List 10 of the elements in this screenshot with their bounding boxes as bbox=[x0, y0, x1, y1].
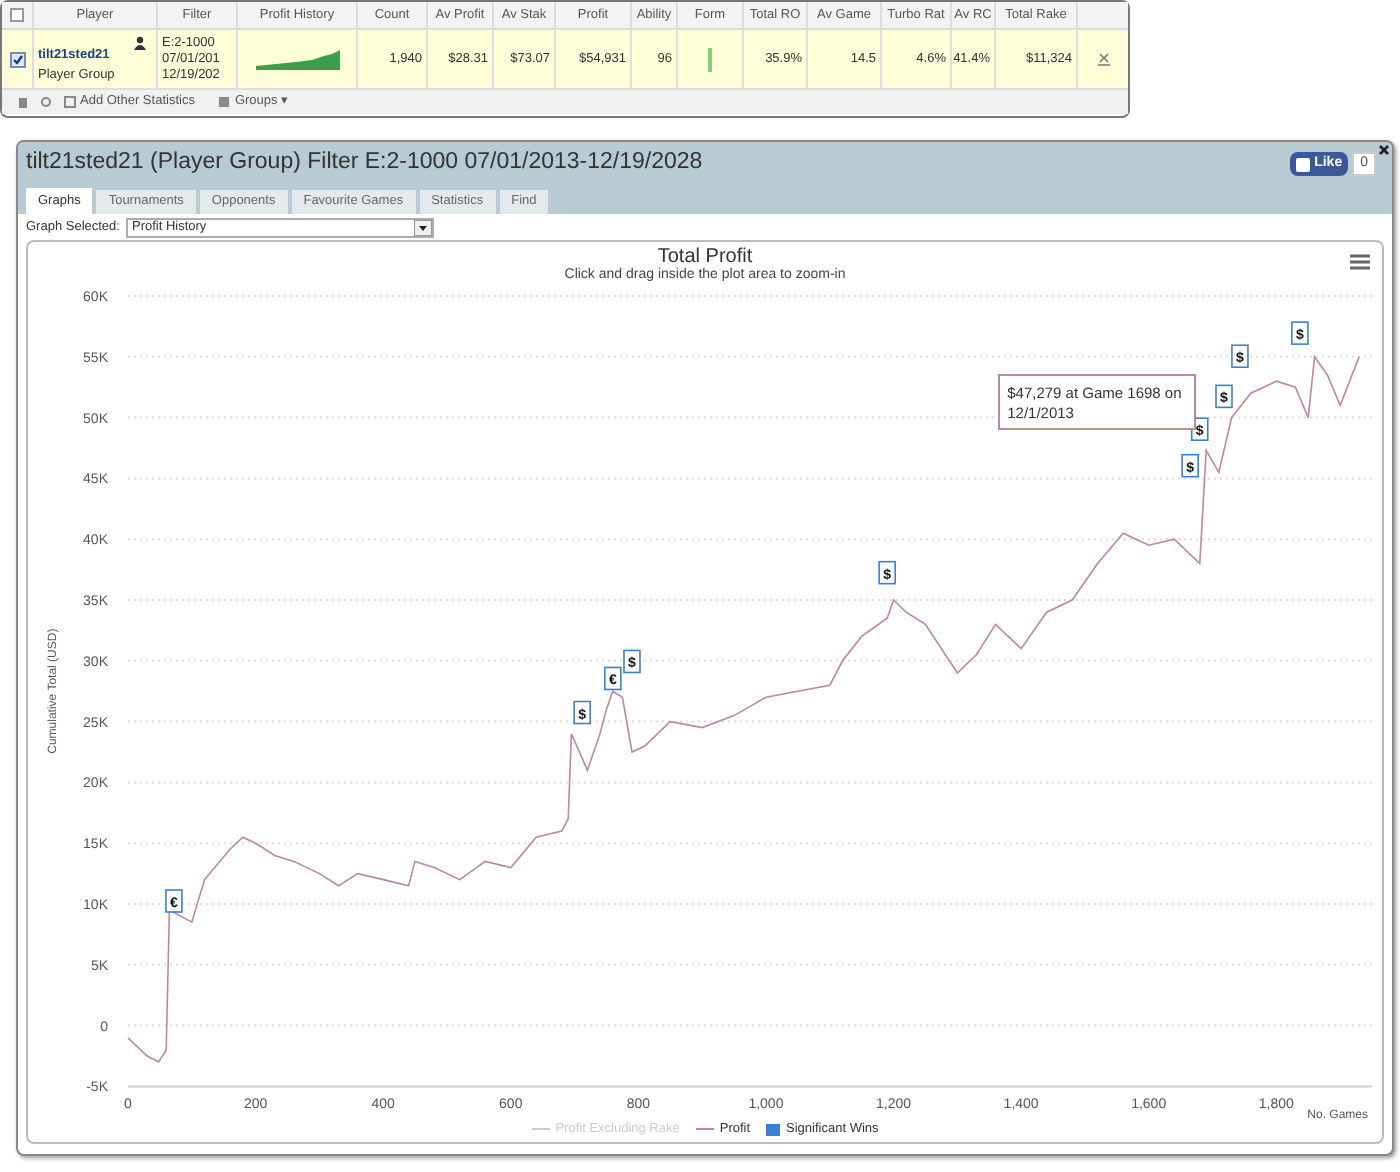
remove-icon[interactable] bbox=[1097, 52, 1109, 66]
dropdown-arrow-icon bbox=[413, 220, 432, 236]
select-all-checkbox[interactable] bbox=[10, 8, 24, 22]
window-title: tilt21sted21 (Player Group) Filter E:2-1000 07/01/2013-12/19/2028 bbox=[26, 148, 703, 179]
chart-title: Total Profit bbox=[657, 246, 753, 268]
close-icon[interactable] bbox=[1378, 144, 1390, 156]
group-icon bbox=[132, 36, 148, 50]
menu-icon[interactable] bbox=[1350, 254, 1370, 270]
row-checkbox[interactable] bbox=[9, 51, 25, 67]
sparkline-chart bbox=[255, 49, 339, 69]
